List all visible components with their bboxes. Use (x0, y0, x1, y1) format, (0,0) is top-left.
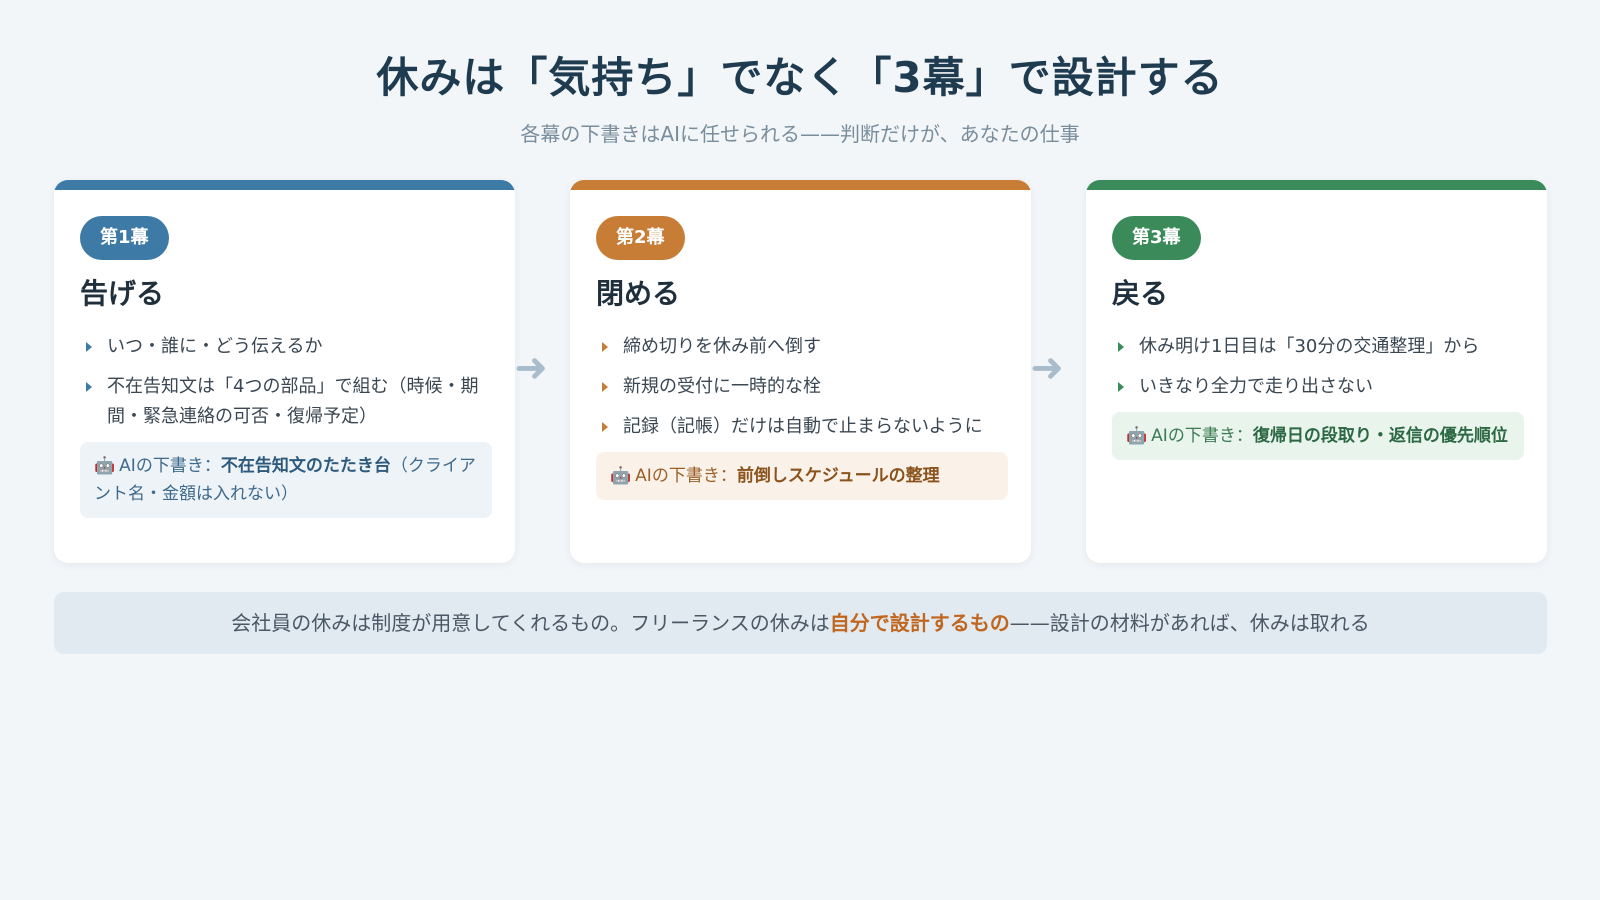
list-item: 締め切りを休み前へ倒す (596, 332, 1008, 362)
act-1-ai-draft: 🤖 AIの下書き：不在告知文のたたき台（クライアント名・金額は入れない） (80, 442, 492, 518)
ai-prefix: AIの下書き： (1151, 426, 1253, 446)
act-2-topbar (570, 180, 1031, 190)
footer-text-before: 会社員の休みは制度が用意してくれるもの。フリーランスの休みは (231, 611, 830, 635)
arrow-right-icon: ➜ (1030, 345, 1064, 391)
list-item: 新規の受付に一時的な栓 (596, 372, 1008, 402)
act-2-badge: 第2幕 (596, 216, 685, 260)
act-3-badge: 第3幕 (1112, 216, 1201, 260)
act-1-topbar (54, 180, 515, 190)
point-text: 不在告知文は「4つの部品」で組む（時候・期間・緊急連絡の可否・復帰予定） (107, 376, 479, 427)
ai-prefix: AIの下書き： (635, 466, 737, 486)
act-3-title: 戻る (1112, 277, 1169, 310)
robot-icon: 🤖 (94, 456, 116, 476)
bullet-triangle-icon (86, 382, 92, 392)
act-card-1: 第1幕 告げる いつ・誰に・どう伝えるか 不在告知文は「4つの部品」で組む（時候… (54, 180, 515, 563)
point-text: 締め切りを休み前へ倒す (623, 336, 821, 357)
ai-prefix: AIの下書き： (119, 456, 221, 476)
act-1-points: いつ・誰に・どう伝えるか 不在告知文は「4つの部品」で組む（時候・期間・緊急連絡… (80, 332, 492, 432)
list-item: いきなり全力で走り出さない (1112, 372, 1524, 402)
ai-strong: 不在告知文のたたき台 (220, 456, 391, 476)
act-2-points: 締め切りを休み前へ倒す 新規の受付に一時的な栓 記録（記帳）だけは自動で止まらな… (596, 332, 1008, 442)
act-2-ai-draft: 🤖 AIの下書き：前倒しスケジュールの整理 (596, 452, 1008, 500)
act-card-3: 第3幕 戻る 休み明け1日目は「30分の交通整理」から いきなり全力で走り出さな… (1086, 180, 1547, 563)
ai-strong: 前倒しスケジュールの整理 (736, 466, 940, 486)
robot-icon: 🤖 (1126, 426, 1148, 446)
footer-text-after: ——設計の材料があれば、休みは取れる (1009, 611, 1370, 635)
act-3-ai-draft: 🤖 AIの下書き：復帰日の段取り・返信の優先順位 (1112, 412, 1524, 460)
robot-icon: 🤖 (610, 466, 632, 486)
acts-container: 第1幕 告げる いつ・誰に・どう伝えるか 不在告知文は「4つの部品」で組む（時候… (54, 180, 1547, 563)
page-subtitle: 各幕の下書きはAIに任せられる——判断だけが、あなたの仕事 (520, 122, 1080, 146)
point-text: いつ・誰に・どう伝えるか (107, 336, 323, 357)
act-1-title: 告げる (80, 277, 165, 310)
bullet-triangle-icon (86, 342, 92, 352)
list-item: 記録（記帳）だけは自動で止まらないように (596, 412, 1008, 442)
list-item: いつ・誰に・どう伝えるか (80, 332, 492, 362)
act-1-badge: 第1幕 (80, 216, 169, 260)
act-2-title: 閉める (596, 277, 681, 310)
page-title: 休みは「気持ち」でなく「3幕」で設計する (376, 53, 1224, 102)
ai-strong: 復帰日の段取り・返信の優先順位 (1252, 426, 1508, 446)
act-3-points: 休み明け1日目は「30分の交通整理」から いきなり全力で走り出さない (1112, 332, 1524, 402)
act-3-topbar (1086, 180, 1547, 190)
bullet-triangle-icon (602, 382, 608, 392)
bullet-triangle-icon (1118, 382, 1124, 392)
footer-highlight: 自分で設計するもの (829, 611, 1010, 635)
list-item: 不在告知文は「4つの部品」で組む（時候・期間・緊急連絡の可否・復帰予定） (80, 372, 492, 432)
list-item: 休み明け1日目は「30分の交通整理」から (1112, 332, 1524, 362)
act-card-2: 第2幕 閉める 締め切りを休み前へ倒す 新規の受付に一時的な栓 記録（記帳）だけ… (570, 180, 1031, 563)
point-text: 記録（記帳）だけは自動で止まらないように (623, 416, 983, 437)
point-text: 新規の受付に一時的な栓 (623, 376, 821, 397)
point-text: いきなり全力で走り出さない (1139, 376, 1373, 397)
bullet-triangle-icon (602, 422, 608, 432)
bullet-triangle-icon (602, 342, 608, 352)
point-text: 休み明け1日目は「30分の交通整理」から (1139, 336, 1480, 357)
arrow-right-icon: ➜ (514, 345, 548, 391)
footer-message: 会社員の休みは制度が用意してくれるもの。フリーランスの休みは自分で設計するもの—… (54, 592, 1547, 654)
bullet-triangle-icon (1118, 342, 1124, 352)
